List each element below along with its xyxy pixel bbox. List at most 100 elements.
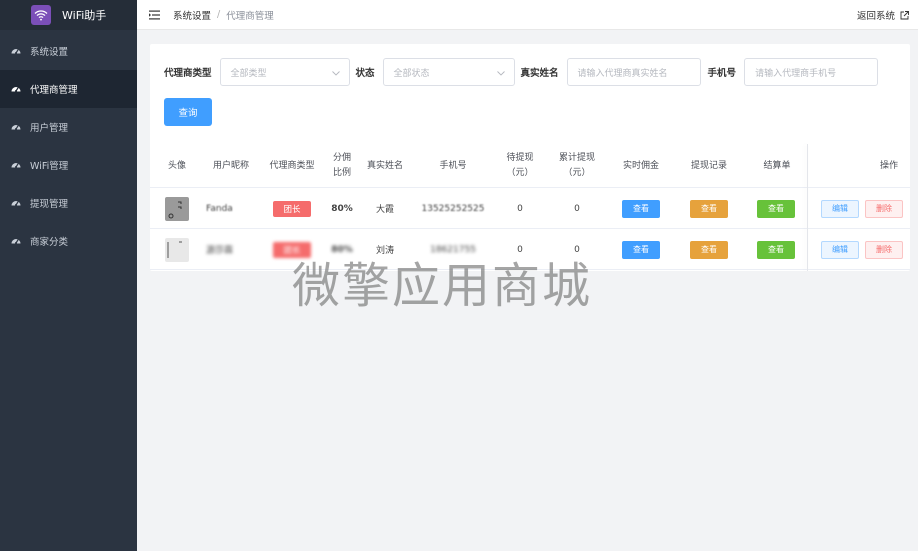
col-total-line2: （元） — [563, 168, 591, 178]
col-phone: 手机号 — [439, 160, 467, 171]
realname-input[interactable]: 请输入代理商真实姓名 — [566, 58, 701, 86]
table-header: 头像 用户昵称 代理商类型 分佣 比例 真实姓名 手机号 待提现 （元） 累计提… — [150, 144, 910, 188]
menu-fold-icon[interactable] — [149, 10, 160, 20]
chevron-down-icon — [496, 69, 505, 79]
phone-cell: 18621755 — [420, 229, 486, 270]
realname-cell: 大霞 — [375, 205, 394, 215]
chevron-down-icon — [331, 69, 340, 79]
dashboard-icon — [10, 83, 22, 95]
phone: 18621755 — [430, 244, 476, 255]
sidebar-item-label: WiFi管理 — [30, 161, 69, 172]
nickname: 源莎霖 — [206, 246, 234, 256]
view-records-button[interactable]: 查看 — [690, 240, 728, 259]
records-cell: 查看 — [690, 188, 728, 229]
dashboard-icon — [10, 45, 22, 57]
edit-cell: 编辑 — [821, 229, 859, 270]
sidebar-item-withdraw-management[interactable]: 提现管理 — [0, 184, 137, 222]
phone-placeholder: 请输入代理商手机号 — [755, 68, 837, 79]
delete-button[interactable]: 删除 — [865, 199, 903, 218]
col-pending-line2: （元） — [506, 168, 534, 178]
col-records: 提现记录 — [690, 160, 727, 171]
phone-input[interactable]: 请输入代理商手机号 — [744, 58, 879, 86]
back-to-system-link[interactable]: 返回系统 — [857, 8, 909, 22]
sidebar-item-user-management[interactable]: 用户管理 — [0, 108, 137, 146]
nickname-cell: Fanda — [206, 188, 240, 229]
view-statement-button[interactable]: 查看 — [757, 199, 795, 218]
sidebar-item-label: 提现管理 — [30, 199, 69, 210]
sidebar-menu: 系统设置 代理商管理 用户管理 WiFi管理 提现管理 商家分类 — [0, 32, 137, 260]
sidebar-item-merchant-category[interactable]: 商家分类 — [0, 222, 137, 260]
delete-cell: 删除 — [865, 229, 903, 270]
agent-type-cell: 团长 — [273, 188, 311, 229]
app-title: WiFi助手 — [62, 9, 107, 22]
dashboard-icon — [10, 159, 22, 171]
dashboard-icon — [10, 197, 22, 209]
realname-cell: 刘涛 — [375, 246, 394, 256]
col-pending: 待提现 （元） — [498, 144, 542, 188]
avatar-cell — [165, 229, 189, 270]
edit-button[interactable]: 编辑 — [821, 240, 859, 259]
col-commission-line2: 比例 — [332, 168, 351, 178]
commission-cell: 80% — [326, 229, 358, 270]
col-nickname: 用户昵称 — [212, 160, 249, 171]
wifi-icon — [31, 5, 51, 25]
agent-type-cell: 团长 — [273, 229, 311, 270]
sidebar-item-system-settings[interactable]: 系统设置 — [0, 32, 137, 70]
delete-button[interactable]: 删除 — [865, 240, 903, 259]
agent-table: 头像 用户昵称 代理商类型 分佣 比例 真实姓名 手机号 待提现 （元） 累计提… — [150, 144, 910, 270]
agent-type-tag: 团长 — [273, 200, 311, 217]
view-records-button[interactable]: 查看 — [690, 199, 728, 218]
agent-type-value: 全部类型 — [230, 68, 267, 79]
statement-cell: 查看 — [757, 229, 795, 270]
sidebar-item-label: 系统设置 — [30, 47, 69, 58]
sidebar-item-label: 用户管理 — [30, 123, 69, 134]
avatar — [165, 237, 189, 262]
col-pending-line1: 待提现 — [506, 153, 534, 163]
phone-cell: 13525252525 — [420, 188, 486, 229]
edit-cell: 编辑 — [821, 188, 859, 229]
col-actions: 操作 — [879, 160, 898, 171]
view-realtime-button[interactable]: 查看 — [622, 240, 660, 259]
statement-cell: 查看 — [757, 188, 795, 229]
view-realtime-button[interactable]: 查看 — [622, 199, 660, 218]
status-select[interactable]: 全部状态 — [382, 58, 515, 86]
col-commission-line1: 分佣 — [332, 153, 351, 163]
external-link-icon — [900, 10, 909, 19]
edit-button[interactable]: 编辑 — [821, 199, 859, 218]
filter-bar: 代理商类型 全部类型 状态 全部状态 真实姓名 请输入代理商真实姓名 手机号 请… — [164, 58, 879, 86]
sidebar-item-label: 商家分类 — [30, 237, 69, 248]
realtime-cell: 查看 — [622, 229, 660, 270]
phone-label: 手机号 — [707, 68, 737, 79]
breadcrumb-current: 代理商管理 — [226, 10, 274, 22]
fixed-column-divider — [807, 144, 808, 271]
col-total-line1: 累计提现 — [558, 153, 595, 163]
col-realname: 真实姓名 — [366, 160, 403, 171]
breadcrumb-home[interactable]: 系统设置 — [173, 8, 211, 22]
back-to-system-label: 返回系统 — [856, 11, 895, 22]
total-cell: 0 — [574, 203, 580, 214]
pending-cell: 0 — [517, 203, 523, 214]
breadcrumb-separator: / — [217, 9, 221, 20]
realname-label: 真实姓名 — [520, 68, 559, 79]
view-statement-button[interactable]: 查看 — [757, 240, 795, 259]
dashboard-icon — [10, 235, 22, 247]
col-statement: 结算单 — [763, 160, 791, 171]
query-button[interactable]: 查询 — [164, 98, 212, 126]
nickname-cell: 源莎霖 — [206, 229, 250, 270]
sidebar-item-label: 代理商管理 — [30, 85, 78, 96]
agent-type-select[interactable]: 全部类型 — [219, 58, 350, 86]
nickname: Fanda — [206, 203, 233, 214]
app-logo: WiFi助手 — [0, 0, 137, 30]
col-avatar: 头像 — [167, 160, 186, 171]
phone: 13525252525 — [421, 203, 485, 214]
sidebar: WiFi助手 系统设置 代理商管理 用户管理 WiFi管理 提现管理 商家分类 — [0, 0, 137, 551]
avatar-cell — [165, 188, 189, 229]
agent-type-label: 代理商类型 — [164, 68, 212, 79]
sidebar-item-agent-management[interactable]: 代理商管理 — [0, 70, 137, 108]
avatar — [165, 196, 189, 221]
col-commission: 分佣 比例 — [326, 144, 358, 188]
dashboard-icon — [10, 121, 22, 133]
sidebar-item-wifi-management[interactable]: WiFi管理 — [0, 146, 137, 184]
total-cell: 0 — [574, 244, 580, 255]
commission: 80% — [331, 244, 353, 255]
